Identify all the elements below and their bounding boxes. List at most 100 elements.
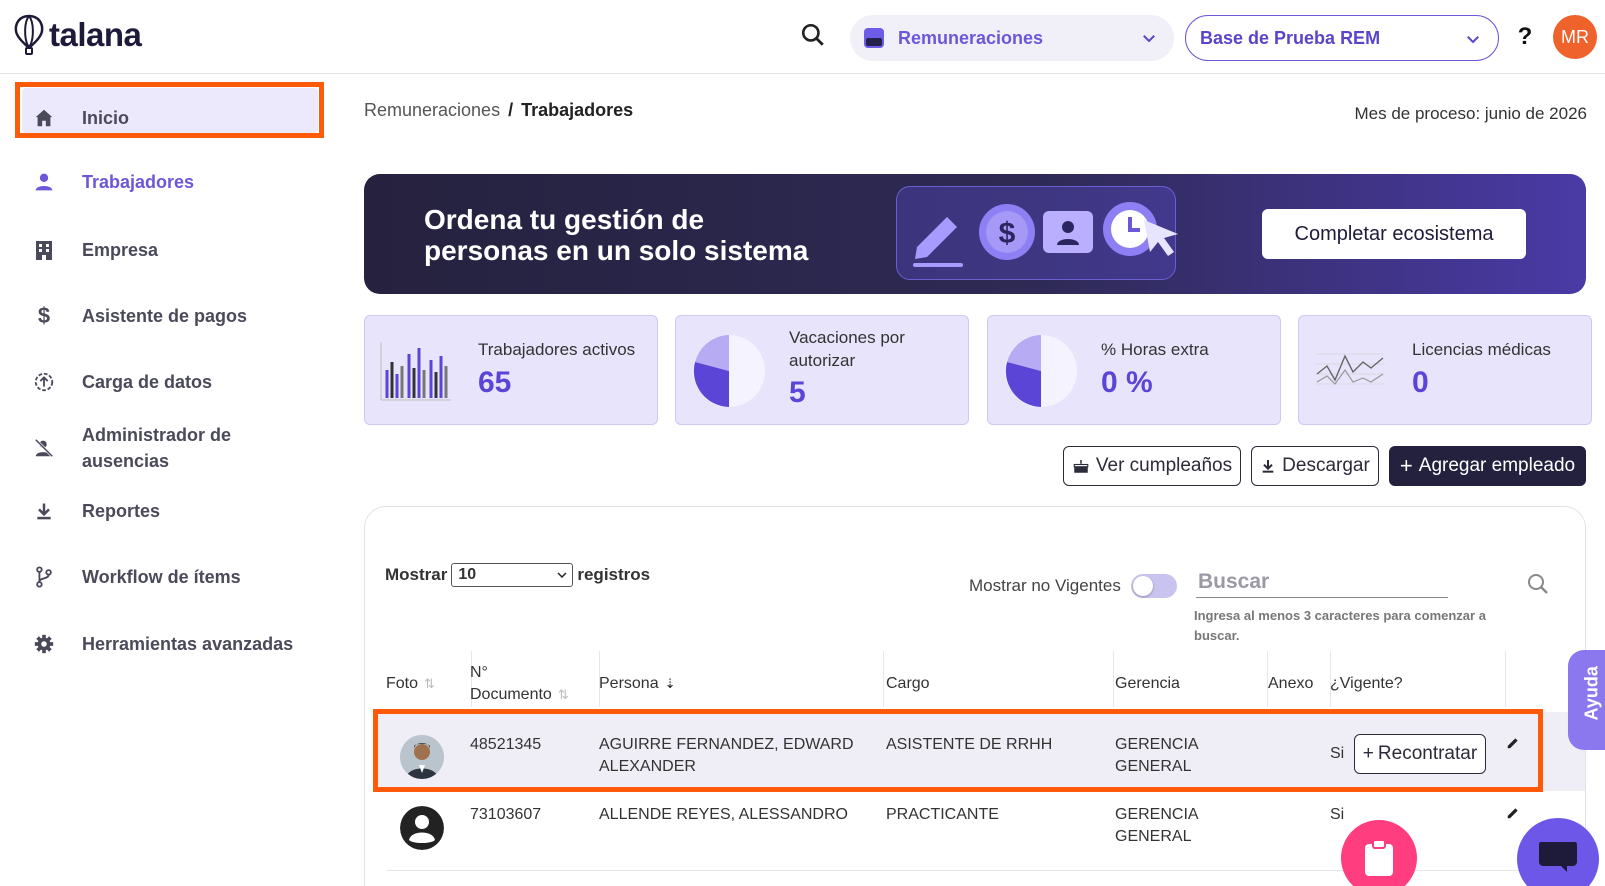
- cell-persona: ALLENDE REYES, ALESSANDRO: [599, 806, 848, 823]
- pie-chart-icon: [1005, 335, 1077, 407]
- edit-icon[interactable]: [1506, 806, 1520, 820]
- sort-icon: ⇅: [557, 687, 569, 702]
- sidebar-item-label: Asistente de pagos: [82, 306, 248, 326]
- edit-icon[interactable]: [1506, 736, 1520, 750]
- rehire-button[interactable]: + Recontratar: [1354, 734, 1486, 774]
- cake-icon: [1073, 460, 1089, 473]
- promo-banner: Ordena tu gestión de personas en un solo…: [364, 174, 1586, 294]
- stat-value: 0: [1412, 366, 1429, 399]
- sidebar-item-label: Herramientas avanzadas: [82, 634, 294, 654]
- page-size-value: 10: [458, 566, 477, 583]
- rehire-label: Recontratar: [1377, 743, 1478, 764]
- column-header-vigente[interactable]: ¿Vigente?: [1330, 673, 1403, 695]
- user-avatar[interactable]: MR: [1553, 15, 1597, 59]
- sidebar-item-empresa[interactable]: Empresa: [30, 236, 320, 264]
- breadcrumb-parent[interactable]: Remuneraciones: [364, 100, 500, 120]
- download-icon: [30, 497, 58, 525]
- dollar-coin-icon: $: [979, 204, 1035, 260]
- column-header-label: N°: [470, 664, 488, 681]
- sidebar-item-trabajadores[interactable]: Trabajadores: [30, 168, 320, 196]
- download-label: Descargar: [1282, 455, 1370, 476]
- column-header-label: Documento: [470, 686, 552, 703]
- sidebar-item-herramientas[interactable]: Herramientas avanzadas: [30, 630, 320, 658]
- page-size-select[interactable]: 10: [451, 563, 574, 587]
- module-selector[interactable]: Remuneraciones: [850, 15, 1174, 61]
- cell-persona: AGUIRRE FERNANDEZ, EDWARD ALEXANDER: [599, 734, 854, 778]
- stat-label: Licencias médicas: [1412, 340, 1551, 359]
- column-header-cargo[interactable]: Cargo: [886, 673, 930, 695]
- chat-icon: [1539, 842, 1577, 872]
- stat-card-medical-leave[interactable]: Licencias médicas 0: [1298, 315, 1592, 425]
- column-divider: [1505, 651, 1506, 707]
- column-header-persona[interactable]: Persona ⇣: [599, 673, 676, 695]
- add-employee-button[interactable]: + Agregar empleado: [1389, 446, 1586, 486]
- stat-label: Trabajadores activos: [478, 340, 636, 359]
- stat-card-overtime[interactable]: % Horas extra 0 %: [987, 315, 1281, 425]
- sidebar-item-inicio[interactable]: Inicio: [30, 104, 320, 132]
- pencil-icon: [913, 217, 963, 267]
- cell-gerencia-line: GERENCIA: [1115, 806, 1199, 823]
- help-side-tab[interactable]: Ayuda: [1568, 650, 1605, 750]
- chat-fab[interactable]: [1517, 818, 1599, 886]
- stat-card-active-workers[interactable]: Trabajadores activos 65: [364, 315, 658, 425]
- page-size-control: Mostrar 10 registros: [385, 563, 650, 587]
- search-icon[interactable]: [800, 22, 830, 52]
- avatar: [400, 806, 444, 850]
- download-button[interactable]: Descargar: [1251, 446, 1379, 486]
- module-label: Remuneraciones: [898, 27, 1044, 48]
- sidebar-item-label: Reportes: [82, 501, 161, 521]
- sidebar-item-label: Trabajadores: [82, 172, 195, 192]
- sidebar-item-carga-datos[interactable]: Carga de datos: [30, 368, 320, 396]
- column-header-documento[interactable]: N° Documento ⇅: [470, 662, 569, 706]
- search-hint: Ingresa al menos 3 caracteres para comen…: [1194, 608, 1486, 643]
- birthdays-button[interactable]: Ver cumpleaños: [1063, 446, 1241, 486]
- balloon-icon: [14, 14, 44, 55]
- sidebar-item-reportes[interactable]: Reportes: [30, 497, 320, 525]
- avatar: [400, 735, 444, 779]
- cell-gerencia: GERENCIA GENERAL: [1115, 734, 1199, 778]
- home-icon: [30, 104, 58, 132]
- complete-ecosystem-button[interactable]: Completar ecosistema: [1262, 209, 1526, 259]
- sidebar-item-label: Workflow de ítems: [82, 567, 241, 587]
- person-off-icon: [30, 434, 58, 462]
- logo-text: talana: [49, 16, 142, 53]
- birthdays-label: Ver cumpleaños: [1095, 455, 1233, 476]
- show-inactive-toggle[interactable]: [1131, 574, 1177, 598]
- chevron-down-icon: [1143, 35, 1155, 43]
- plus-icon: +: [1399, 453, 1413, 478]
- sort-icon: ⇅: [424, 676, 435, 691]
- column-header-anexo[interactable]: Anexo: [1268, 673, 1313, 695]
- column-header-gerencia[interactable]: Gerencia: [1115, 673, 1180, 695]
- sidebar-item-workflow[interactable]: Workflow de ítems: [30, 563, 320, 591]
- cell-cargo: PRACTICANTE: [886, 806, 999, 823]
- id-card-icon: [1043, 211, 1093, 253]
- column-header-foto[interactable]: Foto ⇅: [386, 673, 435, 695]
- banner-title-line: Ordena tu gestión de: [424, 204, 705, 235]
- sidebar-item-asistente-pagos[interactable]: $ Asistente de pagos: [30, 302, 320, 330]
- records-label: registros: [577, 565, 651, 584]
- banner-title-line: personas en un solo sistema: [424, 235, 809, 266]
- search-icon[interactable]: [1526, 572, 1550, 596]
- dollar-icon: $: [37, 303, 51, 328]
- stat-card-vacations[interactable]: Vacaciones por autorizar 5: [675, 315, 969, 425]
- base-label: Base de Prueba REM: [1200, 27, 1381, 48]
- sidebar-item-label: Inicio: [82, 108, 130, 128]
- help-button[interactable]: ?: [1510, 22, 1540, 52]
- pie-chart-icon: [693, 335, 765, 407]
- building-icon: [30, 236, 58, 264]
- search-input[interactable]: [1196, 566, 1448, 598]
- plus-icon: +: [1362, 743, 1374, 764]
- person-icon: [30, 168, 58, 196]
- upload-icon: [30, 368, 58, 396]
- process-month: Mes de proceso: junio de 2026: [1354, 104, 1588, 123]
- gear-icon: [30, 630, 58, 658]
- sidebar-item-ausencias[interactable]: Administrador de ausencias: [30, 422, 320, 474]
- branch-icon: [30, 563, 58, 591]
- cell-persona-line: AGUIRRE FERNANDEZ, EDWARD: [599, 736, 854, 753]
- cell-gerencia-line: GERENCIA: [1115, 736, 1199, 753]
- top-bar: talana Remuneraciones Base de Prueba REM…: [0, 0, 1605, 74]
- base-selector[interactable]: Base de Prueba REM: [1185, 15, 1499, 61]
- clipboard-fab[interactable]: [1341, 820, 1417, 886]
- logo[interactable]: talana: [13, 14, 142, 56]
- stat-value: 65: [478, 366, 512, 399]
